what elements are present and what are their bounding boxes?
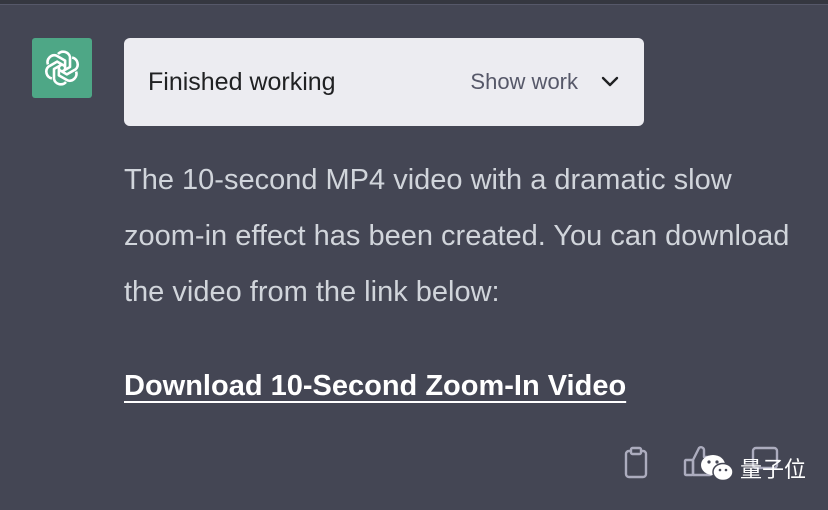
show-work-toggle[interactable]: Show work — [470, 69, 620, 95]
wechat-icon — [701, 455, 734, 482]
chevron-down-icon — [600, 75, 620, 89]
clipboard-icon[interactable] — [620, 446, 652, 480]
show-work-label: Show work — [470, 69, 578, 94]
watermark: 量子位 — [700, 452, 806, 484]
status-title: Finished working — [148, 67, 336, 96]
work-status-card: Finished working Show work — [124, 38, 644, 126]
assistant-message: The 10-second MP4 video with a dramatic … — [124, 164, 790, 308]
top-divider — [0, 0, 828, 5]
download-video-link[interactable]: Download 10-Second Zoom-In Video — [124, 362, 626, 410]
openai-logo-icon — [45, 50, 79, 86]
watermark-text: 量子位 — [740, 458, 807, 483]
assistant-avatar — [32, 38, 92, 98]
